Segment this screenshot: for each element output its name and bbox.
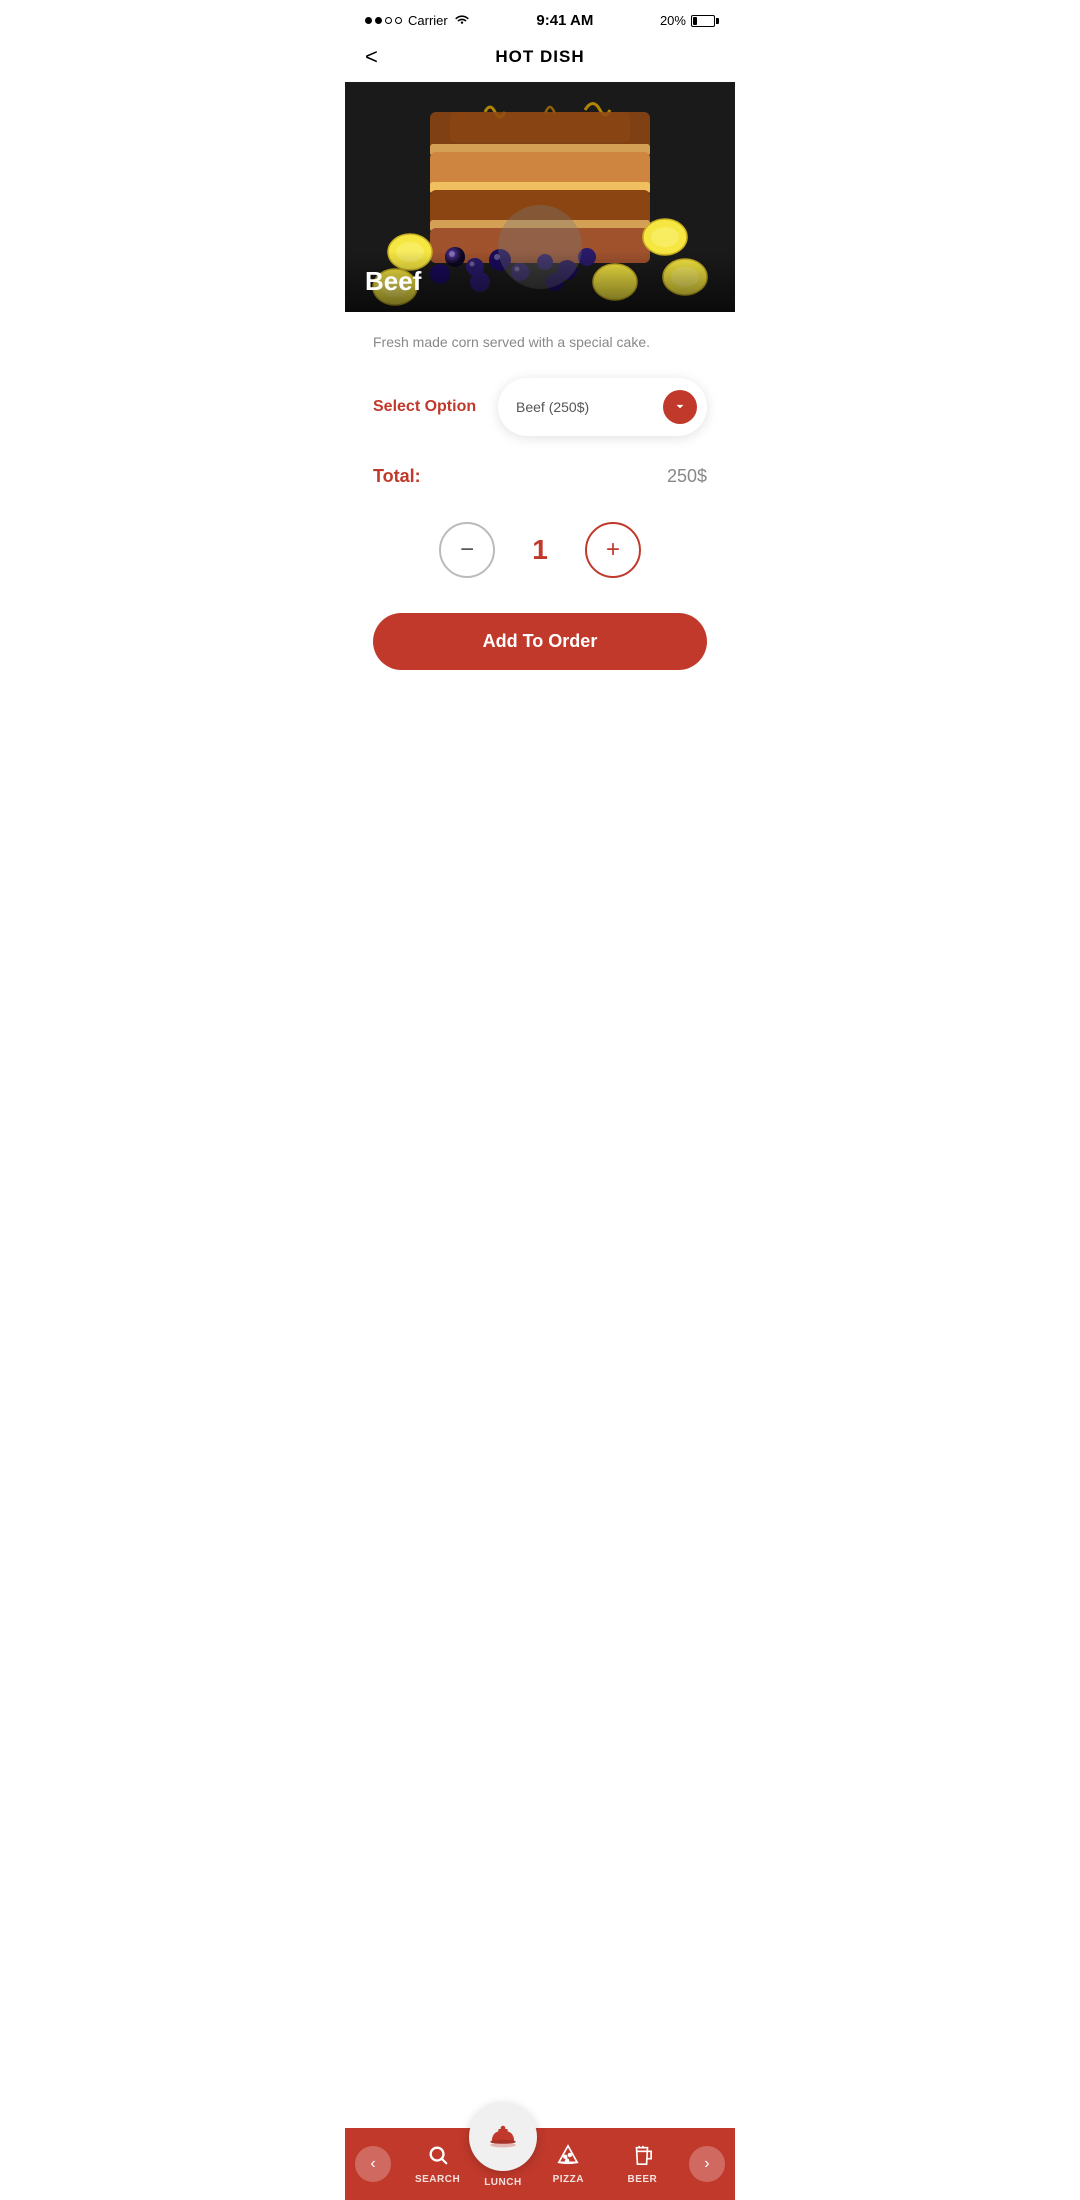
nav-label-search: SEARCH	[415, 2174, 460, 2185]
header: < HOT DISH	[345, 37, 735, 82]
dot-2	[375, 17, 382, 24]
wifi-icon	[454, 13, 470, 28]
dot-4	[395, 17, 402, 24]
nav-label-lunch: LUNCH	[484, 2177, 522, 2188]
nav-left-arrow[interactable]: ‹	[355, 2146, 391, 2182]
quantity-value: 1	[525, 534, 555, 566]
add-to-order-button[interactable]: Add To Order	[373, 613, 707, 670]
plus-icon: +	[606, 536, 620, 564]
bottom-navigation: ‹ SEARCH LUNCH	[345, 2128, 735, 2200]
status-bar: Carrier 9:41 AM 20%	[345, 0, 735, 37]
decrease-quantity-button[interactable]: −	[439, 522, 495, 578]
nav-label-pizza: PIZZA	[553, 2174, 584, 2185]
nav-label-beer: BEER	[627, 2174, 657, 2185]
lunch-center-circle	[469, 2103, 537, 2171]
page-title: HOT DISH	[495, 47, 584, 67]
status-time: 9:41 AM	[536, 12, 593, 29]
food-label-overlay: Beef	[345, 251, 735, 312]
food-description: Fresh made corn served with a special ca…	[373, 332, 707, 353]
nav-item-search[interactable]: SEARCH	[410, 2144, 465, 2185]
dot-1	[365, 17, 372, 24]
nav-item-lunch[interactable]: LUNCH	[484, 2141, 522, 2188]
back-button[interactable]: <	[365, 44, 378, 70]
increase-quantity-button[interactable]: +	[585, 522, 641, 578]
status-left: Carrier	[365, 13, 470, 28]
pizza-icon	[557, 2144, 579, 2172]
total-value: 250$	[667, 466, 707, 487]
signal-dots	[365, 17, 402, 24]
total-row: Total: 250$	[373, 466, 707, 487]
battery-percent: 20%	[660, 13, 686, 28]
nav-right-arrow[interactable]: ›	[689, 2146, 725, 2182]
status-right: 20%	[660, 13, 715, 28]
select-option-row: Select Option Beef (250$)	[373, 378, 707, 436]
food-name: Beef	[365, 266, 421, 296]
nav-item-pizza[interactable]: PIZZA	[541, 2144, 596, 2185]
dropdown-arrow-button[interactable]	[663, 390, 697, 424]
selected-option-text: Beef (250$)	[516, 399, 589, 415]
nav-item-beer[interactable]: BEER	[615, 2144, 670, 2185]
quantity-row: − 1 +	[373, 522, 707, 578]
food-image: Beef	[345, 82, 735, 312]
select-option-label: Select Option	[373, 398, 483, 416]
option-dropdown[interactable]: Beef (250$)	[498, 378, 707, 436]
battery-icon	[691, 15, 715, 27]
carrier-label: Carrier	[408, 13, 448, 28]
dot-3	[385, 17, 392, 24]
content-area: Fresh made corn served with a special ca…	[345, 312, 735, 730]
search-icon	[427, 2144, 449, 2172]
total-label: Total:	[373, 466, 421, 487]
minus-icon: −	[460, 536, 474, 564]
beer-icon	[631, 2144, 653, 2172]
